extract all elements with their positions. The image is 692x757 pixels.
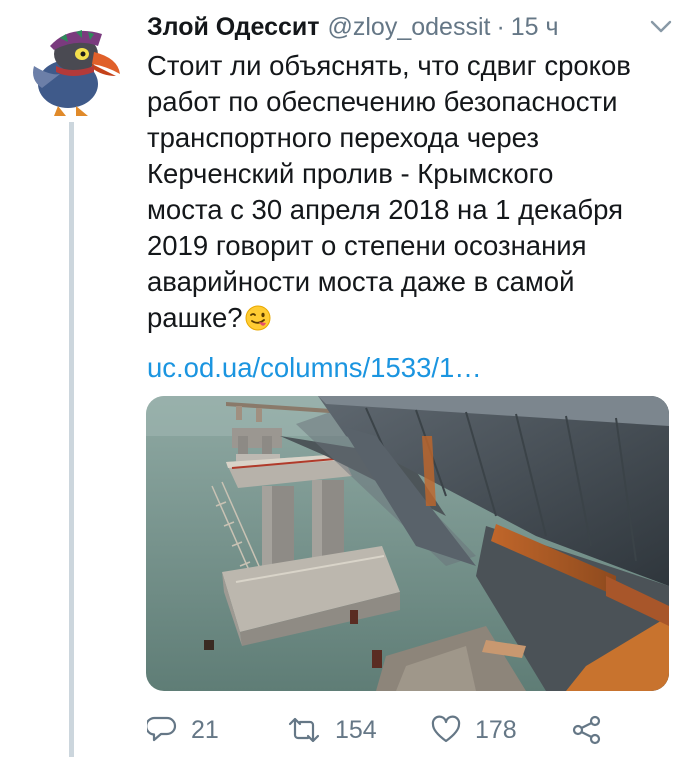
tweet-header: Злой Одессит @zloy_odessit · 15 ч	[147, 10, 559, 44]
like-count: 178	[475, 715, 517, 744]
tweet-text-line: Керченский пролив - Крымского	[147, 158, 554, 189]
like-icon	[431, 715, 461, 745]
tweet-text-line-text: рашке?	[147, 302, 243, 333]
tweet-text-line: Стоит ли объяснять, что сдвиг сроков	[147, 50, 631, 81]
tweet-text-line: транспортного перехода через	[147, 122, 539, 153]
tweet-text-line: 2019 говорит о степени осознания	[147, 230, 587, 261]
tweet-link[interactable]: uc.od.ua/columns/1533/1…	[147, 350, 482, 386]
winking-tongue-emoji-icon	[245, 304, 271, 331]
bridge-construction-photo	[146, 396, 669, 691]
tweet-text-line: работ по обеспечению безопасности	[147, 86, 618, 117]
reply-count: 21	[191, 715, 219, 744]
tweet-text-line: аварийности моста даже в самой	[147, 266, 575, 297]
share-button[interactable]	[571, 710, 603, 750]
tweet-text: Стоит ли объяснять, что сдвиг сроков раб…	[147, 48, 667, 336]
tweet-text-line-last: рашке?	[147, 300, 667, 336]
tweet-media-photo[interactable]	[146, 396, 669, 691]
tweet-timestamp[interactable]: 15 ч	[511, 13, 559, 42]
avatar-cartoon-bird-image	[20, 18, 124, 122]
retweet-button[interactable]: 154	[287, 710, 377, 750]
separator-dot: ·	[496, 12, 505, 41]
share-icon	[571, 715, 603, 745]
chevron-down-icon[interactable]	[649, 18, 673, 36]
avatar[interactable]	[20, 18, 124, 122]
retweet-icon	[287, 715, 321, 745]
like-button[interactable]: 178	[431, 710, 517, 750]
thread-line	[69, 122, 74, 757]
author-handle[interactable]: @zloy_odessit	[328, 13, 491, 42]
reply-button[interactable]: 21	[147, 710, 219, 750]
tweet-text-line: моста с 30 апреля 2018 на 1 декабря	[147, 194, 623, 225]
tweet-actions: 21 154 178	[147, 710, 667, 750]
author-name[interactable]: Злой Одессит	[147, 13, 320, 42]
retweet-count: 154	[335, 715, 377, 744]
reply-icon	[147, 715, 177, 745]
